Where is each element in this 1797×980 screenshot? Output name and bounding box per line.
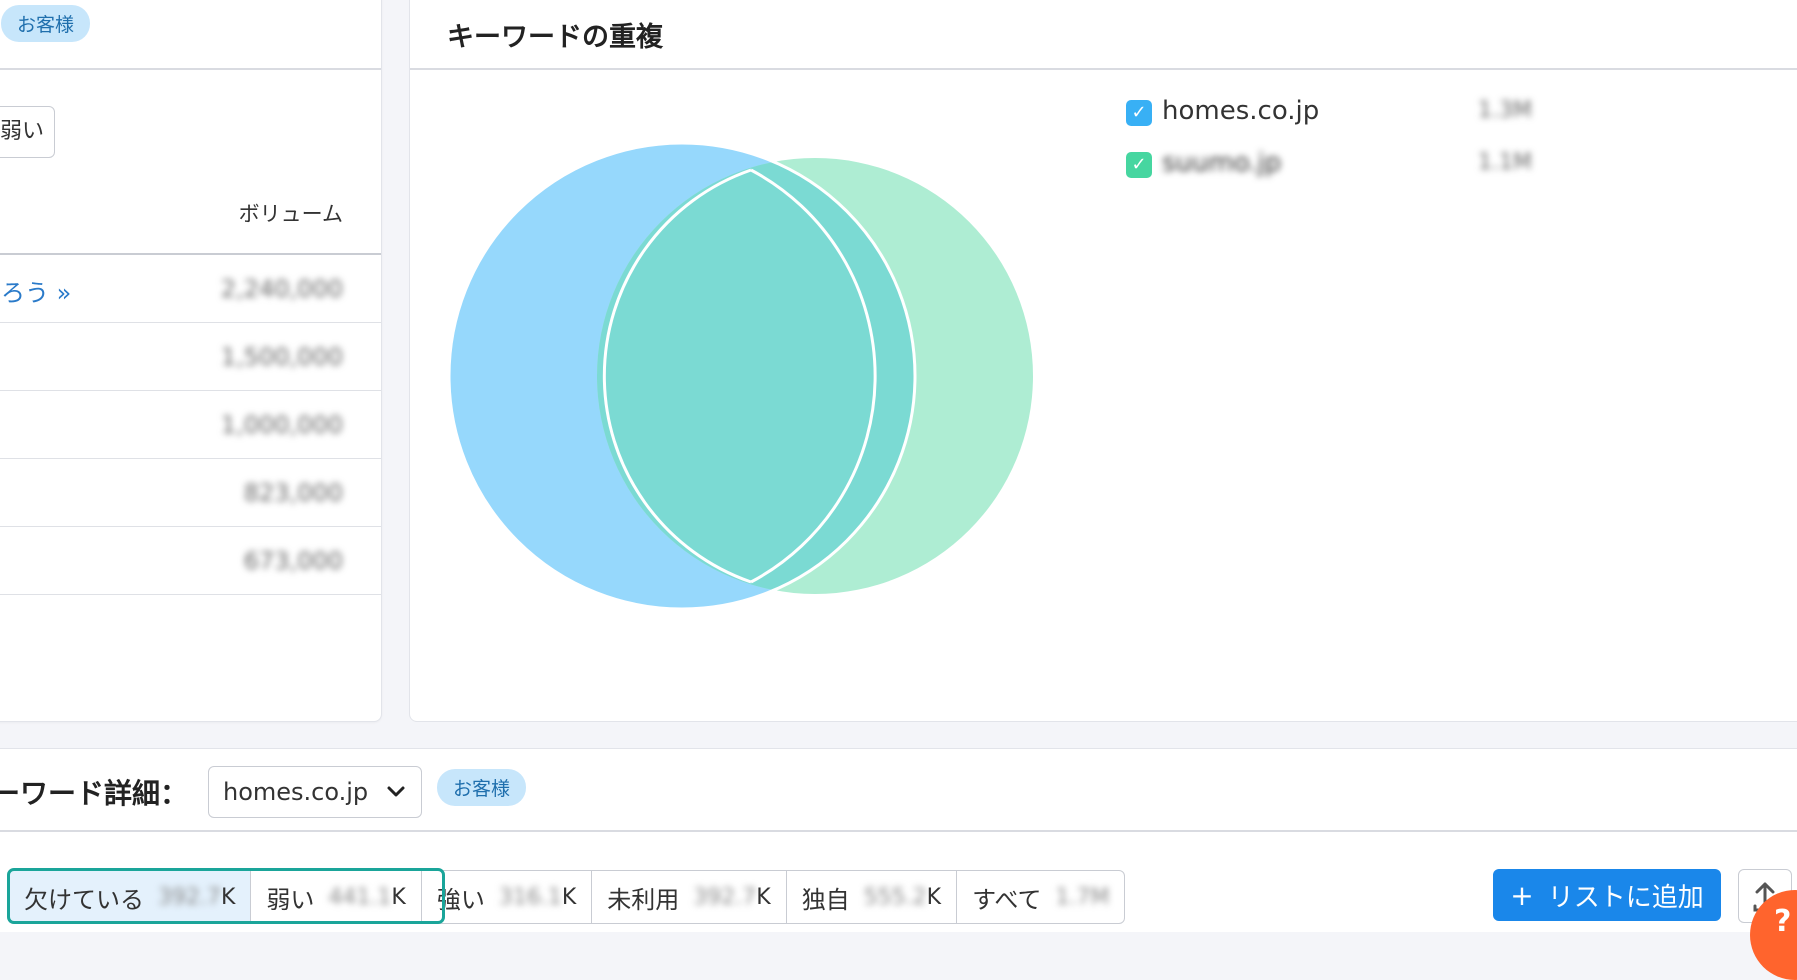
legend-item[interactable]: ✓ suumo.jp 1.1M [1126,146,1546,198]
tab-count: 441.1K [328,884,406,910]
keyword-overlap-card: キーワードの重複 ✓ homes.co.jp 1.3M ✓ suumo.jp 1… [409,0,1797,722]
volume-value: 1,500,000 [220,343,343,371]
customer-badge: お客様 [1,5,91,42]
tab-strong[interactable]: 強い 316.1K [422,871,593,923]
tab-label: 弱い [266,885,315,914]
tab-count: 392.7K [693,884,771,910]
add-to-list-label: リストに追加 [1547,882,1704,913]
legend-item[interactable]: ✓ homes.co.jp 1.3M [1126,94,1546,146]
tab-untapped[interactable]: 未利用 392.7K [592,871,787,923]
volume-value: 823,000 [243,479,343,507]
tab-label: 欠けている [24,885,144,914]
legend-domain: suumo.jp [1162,148,1282,178]
keyword-details-title: ーワード詳細： [0,777,189,810]
table-row[interactable]: 673,000 [0,527,381,595]
table-row[interactable]: ろう » 2,240,000 [0,255,381,323]
tab-count: 316.1K [498,884,577,910]
tab-all[interactable]: すべて 1.7M [957,871,1124,923]
legend-count: 1.3M [1478,98,1532,123]
tab-weak[interactable]: 弱い 441.1K [251,871,422,923]
legend-count: 1.1M [1478,150,1532,175]
tab-label: すべて [972,885,1042,914]
tab-unique[interactable]: 独自 555.2K [787,871,958,923]
plus-icon: + [1510,878,1534,912]
customer-badge: お客様 [437,769,527,806]
divider [410,68,1797,70]
domain-select[interactable]: homes.co.jp [208,766,422,818]
help-icon: ? [1774,904,1792,939]
volume-value: 673,000 [243,547,343,575]
keyword-link[interactable]: ろう » [1,273,71,308]
venn-legend: ✓ homes.co.jp 1.3M ✓ suumo.jp 1.1M [1126,94,1546,198]
selected-domain: homes.co.jp [223,778,369,806]
table-row[interactable]: 1,500,000 [0,323,381,391]
tab-count: 555.2K [863,884,942,910]
weak-filter-button[interactable]: 弱い [0,106,55,158]
table-row[interactable]: 823,000 [0,459,381,527]
checkbox-checked-icon[interactable]: ✓ [1126,100,1152,126]
tab-count: 1.7M [1055,884,1110,910]
volume-column-header[interactable]: ボリューム [239,198,343,228]
tab-label: 独自 [801,885,850,914]
tab-count: 392.7K [158,884,236,910]
divider [0,830,1797,832]
venn-diagram [450,141,1033,611]
volume-value: 2,240,000 [220,275,343,303]
tab-missing[interactable]: 欠けている 392.7K [9,871,252,923]
overlap-title: キーワードの重複 [447,22,663,53]
divider [0,68,381,70]
legend-domain: homes.co.jp [1162,96,1320,126]
add-to-list-button[interactable]: + リストに追加 [1493,869,1721,921]
volume-table: ろう » 2,240,000 1,500,000 1,000,000 823,0… [0,253,381,595]
tab-label: 未利用 [607,885,680,914]
volume-value: 1,000,000 [220,411,343,439]
gap-type-tabs: 欠けている 392.7K 弱い 441.1K 強い 316.1K 未利用 392… [8,870,1126,924]
chevron-down-icon [387,786,405,797]
tab-label: 強い [436,885,485,914]
keyword-list-card: お客様 弱い ボリューム ろう » 2,240,000 1,500,000 1,… [0,0,382,722]
table-row[interactable]: 1,000,000 [0,391,381,459]
checkbox-checked-icon[interactable]: ✓ [1126,152,1152,178]
